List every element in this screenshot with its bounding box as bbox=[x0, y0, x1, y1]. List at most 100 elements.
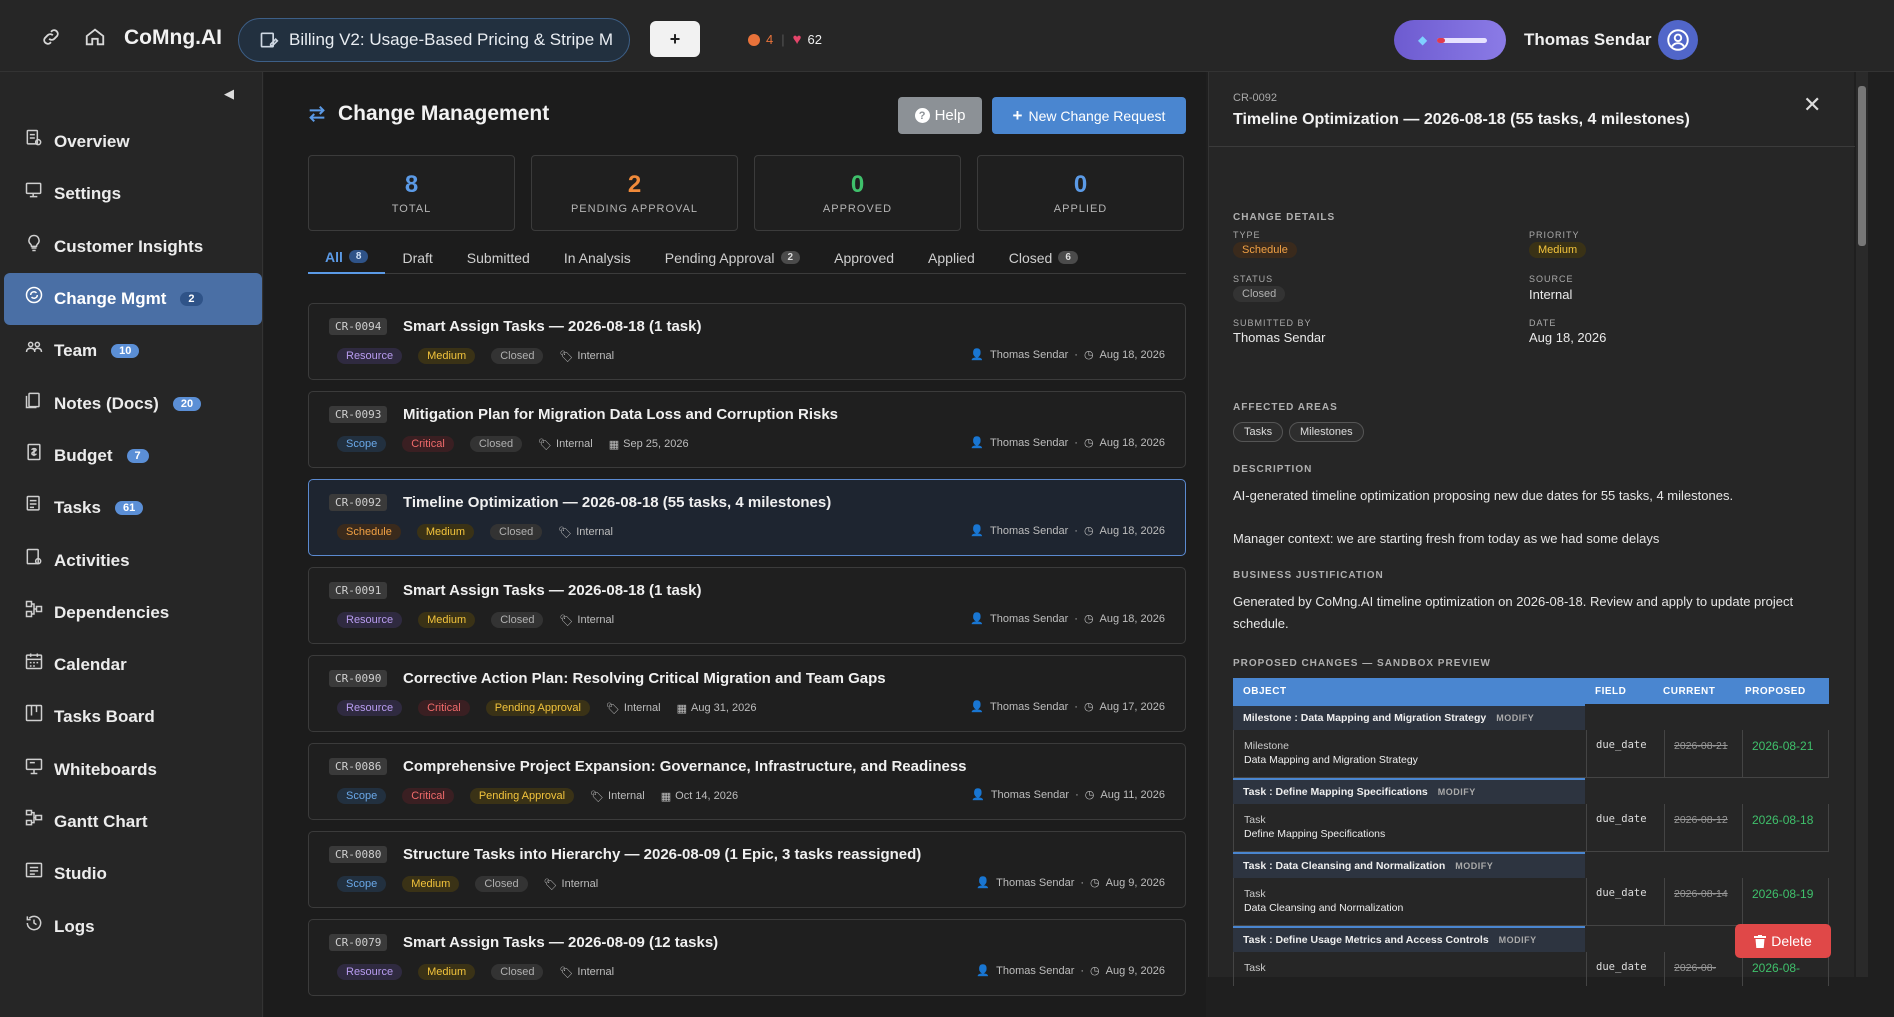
manager-context-text: Manager context: we are starting fresh f… bbox=[1233, 531, 1660, 546]
notes-icon bbox=[24, 390, 46, 412]
col-proposed: PROPOSED bbox=[1745, 686, 1806, 697]
source-meta: 🏷 Internal bbox=[559, 350, 614, 363]
sidebar-item-label: Notes (Docs) bbox=[54, 393, 159, 413]
add-project-button[interactable]: + bbox=[650, 21, 700, 57]
collapse-sidebar-icon[interactable]: ◀ bbox=[224, 86, 234, 102]
tab-submitted[interactable]: Submitted bbox=[450, 242, 547, 274]
stat-card-applied: 0 APPLIED bbox=[977, 155, 1184, 231]
table-row: Task Define Mapping Specifications due_dat… bbox=[1233, 804, 1829, 852]
change-group-header: Task : Define Mapping Specifications MODI… bbox=[1233, 778, 1585, 804]
swap-icon bbox=[306, 103, 328, 125]
change-request-card[interactable]: CR-0094 Smart Assign Tasks — 2026-08-18 (… bbox=[308, 303, 1186, 380]
date-text: Aug 18, 2026 bbox=[1099, 348, 1165, 361]
toggle-track bbox=[1437, 37, 1488, 43]
settings-icon bbox=[24, 180, 46, 202]
sidebar-item-label: Calendar bbox=[54, 655, 127, 675]
sidebar-item-badge: 7 bbox=[126, 448, 149, 463]
due-text: Aug 31, 2026 bbox=[691, 702, 757, 714]
project-tab[interactable]: Billing V2: Usage-Based Pricing & Stripe… bbox=[238, 18, 630, 62]
tab-pending-approval[interactable]: Pending Approval 2 bbox=[648, 242, 817, 274]
source-text: Internal bbox=[623, 702, 661, 714]
sidebar-item-notes-docs[interactable]: Notes (Docs) 20 bbox=[4, 377, 263, 429]
date-text: Aug 9, 2026 bbox=[1105, 876, 1165, 889]
help-button[interactable]: ? Help bbox=[898, 97, 982, 134]
cr-title: Smart Assign Tasks — 2026-08-18 (1 task) bbox=[403, 318, 702, 335]
clock-icon: ◷ bbox=[1083, 525, 1094, 537]
user-icon: 👤 bbox=[970, 613, 984, 625]
sidebar-item-team[interactable]: Team 10 bbox=[4, 325, 263, 377]
change-request-card[interactable]: CR-0093 Mitigation Plan for Migration Dat… bbox=[308, 391, 1186, 468]
user-name[interactable]: Thomas Sendar bbox=[1524, 30, 1652, 50]
new-change-request-button[interactable]: + New Change Request bbox=[992, 97, 1186, 134]
stat-label: TOTAL bbox=[391, 203, 432, 215]
author-text: Thomas Sendar bbox=[990, 612, 1069, 625]
current-cell: 2026-08-12 bbox=[1674, 814, 1728, 826]
close-icon[interactable]: ✕ bbox=[1803, 92, 1821, 118]
home-icon[interactable] bbox=[84, 26, 110, 52]
stat-label: APPLIED bbox=[1053, 203, 1108, 215]
status-badge: Closed bbox=[1233, 286, 1286, 302]
change-request-card[interactable]: CR-0080 Structure Tasks into Hierarchy — … bbox=[308, 831, 1186, 908]
field-cell: due_date bbox=[1596, 813, 1647, 825]
sidebar-item-label: Tasks bbox=[54, 498, 101, 518]
source-meta: 🏷 Internal bbox=[590, 790, 645, 803]
due-meta: ▦ Aug 31, 2026 bbox=[677, 702, 757, 715]
avatar[interactable] bbox=[1658, 20, 1698, 60]
change-request-card[interactable]: CR-0091 Smart Assign Tasks — 2026-08-18 (… bbox=[308, 567, 1186, 644]
panel-cr-id: CR-0092 bbox=[1233, 92, 1278, 104]
source-text: Internal bbox=[608, 790, 645, 802]
source-text: Internal bbox=[561, 878, 599, 890]
trash-icon bbox=[1754, 934, 1767, 948]
sidebar-item-budget[interactable]: Budget 7 bbox=[4, 430, 263, 482]
sidebar-item-logs[interactable]: Logs bbox=[4, 900, 263, 952]
sidebar-item-tasks[interactable]: Tasks 61 bbox=[4, 482, 263, 534]
change-details-heading: CHANGE DETAILS bbox=[1233, 212, 1336, 223]
tab-draft[interactable]: Draft bbox=[385, 242, 449, 274]
tab-applied[interactable]: Applied bbox=[911, 242, 992, 274]
change-request-card[interactable]: CR-0092 Timeline Optimization — 2026-08-1… bbox=[308, 479, 1186, 556]
sidebar-item-change-mgmt[interactable]: Change Mgmt 2 bbox=[4, 272, 262, 326]
sidebar-item-badge: 61 bbox=[114, 501, 144, 516]
theme-toggle[interactable]: ◆ bbox=[1394, 20, 1506, 60]
object-cell: Milestone Data Mapping and Migration Stra… bbox=[1244, 739, 1418, 767]
change-group-header: Task : Define Usage Metrics and Access C… bbox=[1233, 926, 1585, 952]
sidebar-item-overview[interactable]: Overview bbox=[4, 116, 263, 168]
change-request-card[interactable]: CR-0086 Comprehensive Project Expansion: … bbox=[308, 743, 1186, 820]
sidebar-item-gantt-chart[interactable]: Gantt Chart bbox=[4, 796, 263, 848]
panel-scrollbar[interactable] bbox=[1856, 72, 1868, 977]
sidebar-item-whiteboards[interactable]: Whiteboards bbox=[4, 744, 263, 796]
area-chip-tasks: Tasks bbox=[1233, 422, 1284, 442]
tab-closed[interactable]: Closed 6 bbox=[992, 242, 1095, 274]
clock-icon: ◷ bbox=[1083, 437, 1094, 449]
top-bar: CoMng.AI Billing V2: Usage-Based Pricing… bbox=[0, 0, 1894, 72]
sidebar-item-settings[interactable]: Settings bbox=[4, 168, 263, 220]
brand-name[interactable]: CoMng.AI bbox=[124, 26, 222, 50]
change-request-card[interactable]: CR-0090 Corrective Action Plan: Resolving… bbox=[308, 655, 1186, 732]
sidebar-item-customer-insights[interactable]: Customer Insights bbox=[4, 221, 263, 273]
tab-all[interactable]: All 8 bbox=[308, 242, 386, 274]
tab-in-analysis[interactable]: In Analysis bbox=[547, 242, 648, 274]
status-badge: Closed bbox=[469, 436, 523, 452]
due-text: Oct 14, 2026 bbox=[675, 790, 739, 802]
group-title: Milestone : Data Mapping and Migration S… bbox=[1243, 712, 1487, 724]
link-icon[interactable] bbox=[40, 26, 66, 52]
sidebar-item-dependencies[interactable]: Dependencies bbox=[4, 587, 263, 639]
sidebar-item-activities[interactable]: Activities bbox=[4, 534, 263, 586]
change-request-card[interactable]: CR-0079 Smart Assign Tasks — 2026-08-09 (… bbox=[308, 919, 1186, 996]
field-cell: due_date bbox=[1596, 887, 1647, 899]
sidebar-item-studio[interactable]: Studio bbox=[4, 848, 263, 900]
activity-counters[interactable]: 4 | ♥ 62 bbox=[748, 31, 822, 48]
due-meta: ▦ Oct 14, 2026 bbox=[661, 790, 738, 803]
description-text: AI-generated timeline optimization propo… bbox=[1233, 488, 1734, 503]
delete-button[interactable]: Delete bbox=[1735, 924, 1831, 958]
scrollbar-thumb[interactable] bbox=[1858, 86, 1866, 246]
cr-meta-right: 👤 Thomas Sendar · ◷ Aug 18, 2026 bbox=[970, 348, 1165, 362]
object-cell: Task bbox=[1244, 961, 1266, 975]
object-kind: Task bbox=[1244, 814, 1266, 826]
tab-approved[interactable]: Approved bbox=[817, 242, 911, 274]
delete-label: Delete bbox=[1771, 933, 1812, 949]
sidebar-item-calendar[interactable]: Calendar bbox=[4, 639, 263, 691]
sidebar-item-tasks-board[interactable]: Tasks Board bbox=[4, 691, 263, 743]
cr-meta-right: 👤 Thomas Sendar · ◷ Aug 9, 2026 bbox=[976, 876, 1165, 890]
sidebar-item-label: Budget bbox=[54, 445, 113, 465]
